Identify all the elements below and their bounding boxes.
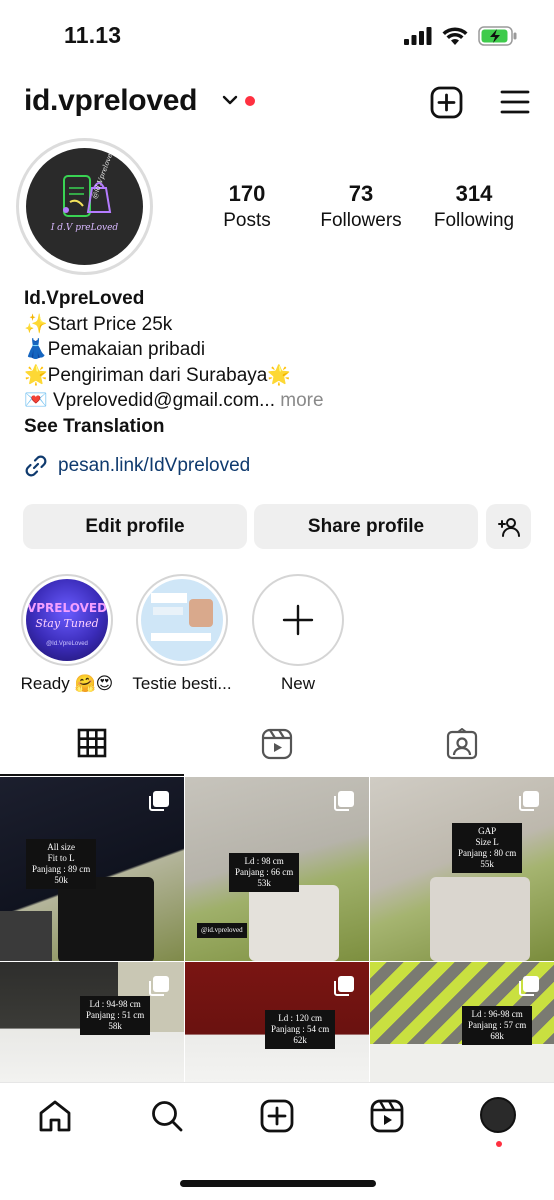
- multiple-photos-icon: [149, 791, 169, 811]
- followers-label: Followers: [320, 210, 402, 231]
- profile-notification-dot: [496, 1141, 502, 1147]
- avatar-caption: I d.V preLoved: [50, 223, 119, 233]
- search-icon[interactable]: [150, 1099, 184, 1133]
- profile-nav-avatar[interactable]: [480, 1097, 516, 1133]
- edit-profile-button[interactable]: Edit profile: [23, 504, 247, 549]
- posts-count: 170: [228, 181, 266, 206]
- posts-label: Posts: [223, 210, 271, 231]
- share-profile-button[interactable]: Share profile: [254, 504, 478, 549]
- bio-name: Id.VpreLoved: [24, 288, 145, 309]
- active-tab-indicator: [0, 774, 184, 776]
- watermark-tag: @id.vpreloved: [197, 923, 247, 938]
- highlight-cover: VPRELOVED Stay Tuned @Id.VpreLoved: [26, 579, 108, 661]
- bio-line: 💌 Vprelovedid@gmail.com... more: [24, 390, 324, 411]
- posts-grid: All size Fit to L Panjang : 89 cm 50k Ld…: [0, 777, 554, 1082]
- link-icon: [25, 455, 47, 477]
- profile-avatar[interactable]: @id.Vpreloved I d.V preLoved: [16, 138, 153, 275]
- multiple-photos-icon: [519, 791, 539, 811]
- reels-tab-icon[interactable]: [261, 728, 293, 760]
- bio-line: 👗Pemakaian pribadi: [24, 339, 206, 360]
- reels-icon[interactable]: [370, 1099, 404, 1133]
- following-stat[interactable]: 314 Following: [414, 180, 534, 234]
- price-tag: Ld : 98 cm Panjang : 66 cm 53k: [229, 853, 300, 892]
- chevron-down-icon[interactable]: [222, 94, 238, 106]
- multiple-photos-icon: [149, 976, 169, 996]
- grid-tab-icon[interactable]: [77, 728, 107, 758]
- add-person-icon: [497, 517, 520, 537]
- see-translation-link[interactable]: See Translation: [24, 414, 534, 440]
- profile-tabs: [0, 718, 554, 776]
- bio-more-link[interactable]: more: [280, 390, 323, 411]
- store-logo-icon: [63, 175, 112, 217]
- highlight-new[interactable]: New: [241, 574, 355, 694]
- profile-bio: Id.VpreLoved ✨Start Price 25k 👗Pemakaian…: [24, 286, 534, 439]
- followers-stat[interactable]: 73 Followers: [301, 180, 421, 234]
- home-indicator: [180, 1180, 376, 1187]
- price-tag: GAP Size L Panjang : 80 cm 55k: [452, 823, 523, 873]
- create-icon[interactable]: [260, 1099, 294, 1133]
- bio-link-text: pesan.link/IdVpreloved: [58, 455, 251, 476]
- plus-icon: [282, 604, 314, 636]
- love-letter-emoji: 💌: [24, 390, 48, 411]
- highlight-ready[interactable]: VPRELOVED Stay Tuned @Id.VpreLoved Ready…: [10, 574, 124, 694]
- cellular-signal-icon: [404, 27, 432, 45]
- create-post-icon[interactable]: [430, 86, 463, 119]
- price-tag: Ld : 120 cm Panjang : 54 cm 62k: [265, 1010, 336, 1049]
- highlight-label: New: [280, 674, 315, 693]
- home-icon[interactable]: [38, 1099, 72, 1133]
- status-icons: [404, 26, 518, 46]
- notification-dot: [245, 96, 255, 106]
- price-tag: Ld : 94-98 cm Panjang : 51 cm 58k: [80, 996, 151, 1035]
- following-label: Following: [433, 210, 515, 231]
- battery-charging-icon: [478, 26, 517, 46]
- price-tag: Ld : 96-98 cm Panjang : 57 cm 68k: [462, 1006, 533, 1045]
- highlight-testie[interactable]: Testie besti...: [125, 574, 239, 694]
- following-count: 314: [455, 181, 493, 206]
- wifi-icon: [442, 26, 468, 45]
- multiple-photos-icon: [334, 791, 354, 811]
- status-time: 11.13: [64, 22, 122, 48]
- bio-website-link[interactable]: pesan.link/IdVpreloved: [24, 454, 250, 478]
- avatar-image: @id.Vpreloved I d.V preLoved: [26, 148, 143, 265]
- highlight-label: Testie besti...: [132, 674, 232, 693]
- profile-header: id.vpreloved: [0, 82, 554, 126]
- hamburger-menu-icon[interactable]: [500, 88, 530, 116]
- status-bar: 11.13: [0, 0, 554, 72]
- multiple-photos-icon: [519, 976, 539, 996]
- bio-line: ✨Start Price 25k: [24, 313, 173, 335]
- price-tag: All size Fit to L Panjang : 89 cm 50k: [26, 839, 97, 889]
- discover-people-button[interactable]: [486, 504, 531, 549]
- star-emoji: 🌟: [24, 364, 48, 386]
- followers-count: 73: [348, 181, 374, 206]
- highlight-cover: [141, 579, 223, 661]
- tagged-tab-icon[interactable]: [446, 728, 478, 760]
- multiple-photos-icon: [334, 976, 354, 996]
- dress-emoji: 👗: [24, 339, 48, 360]
- bio-line: 🌟Pengiriman dari Surabaya🌟: [24, 364, 292, 386]
- sparkles-emoji: ✨: [24, 313, 48, 335]
- posts-stat[interactable]: 170 Posts: [187, 180, 307, 234]
- username-switcher[interactable]: id.vpreloved: [24, 84, 197, 118]
- highlight-label: Ready 🤗😍: [20, 674, 114, 693]
